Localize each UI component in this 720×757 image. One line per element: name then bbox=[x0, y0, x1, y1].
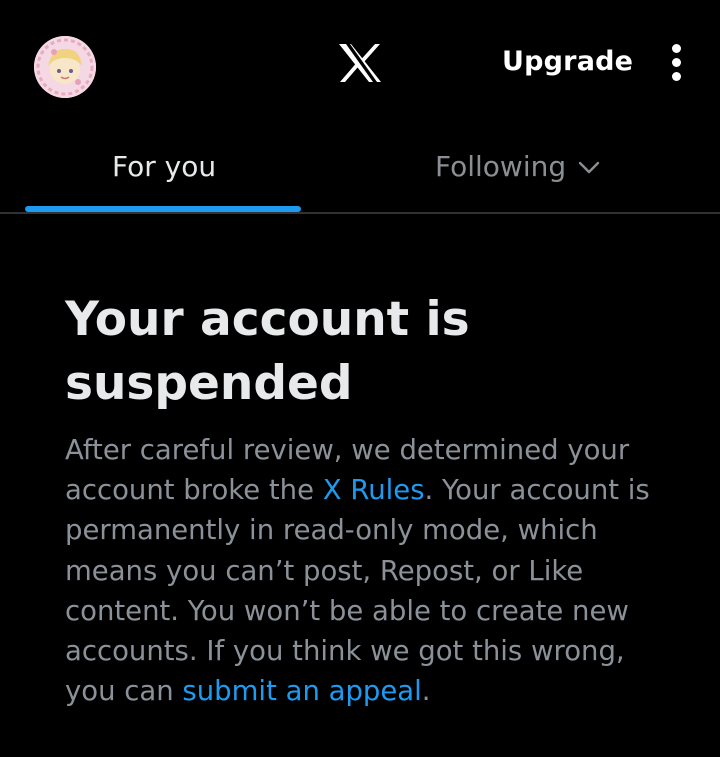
tab-divider bbox=[0, 212, 720, 214]
suspension-notice: Your account is suspended After careful … bbox=[65, 288, 665, 711]
timeline-tabs: For you Following bbox=[0, 130, 720, 214]
notice-body: After careful review, we determined your… bbox=[65, 430, 665, 711]
notice-body-end: . bbox=[421, 675, 431, 708]
x-logo-icon[interactable] bbox=[337, 43, 383, 83]
more-vertical-icon[interactable] bbox=[668, 44, 684, 82]
chevron-down-icon bbox=[578, 161, 600, 173]
tab-for-you-label: For you bbox=[112, 150, 217, 183]
avatar[interactable] bbox=[34, 36, 96, 98]
tab-following[interactable]: Following bbox=[435, 150, 600, 183]
tab-following-label: Following bbox=[435, 150, 567, 183]
avatar-image bbox=[34, 36, 96, 98]
x-rules-link[interactable]: X Rules bbox=[323, 474, 425, 506]
notice-title: Your account is suspended bbox=[65, 292, 470, 411]
notice-body-part2: . Your account is permanently in read-on… bbox=[65, 474, 650, 708]
upgrade-button[interactable]: Upgrade bbox=[502, 46, 633, 77]
top-bar: Upgrade bbox=[0, 0, 720, 130]
submit-appeal-link[interactable]: submit an appeal bbox=[182, 675, 421, 707]
tab-for-you[interactable]: For you bbox=[112, 150, 216, 183]
